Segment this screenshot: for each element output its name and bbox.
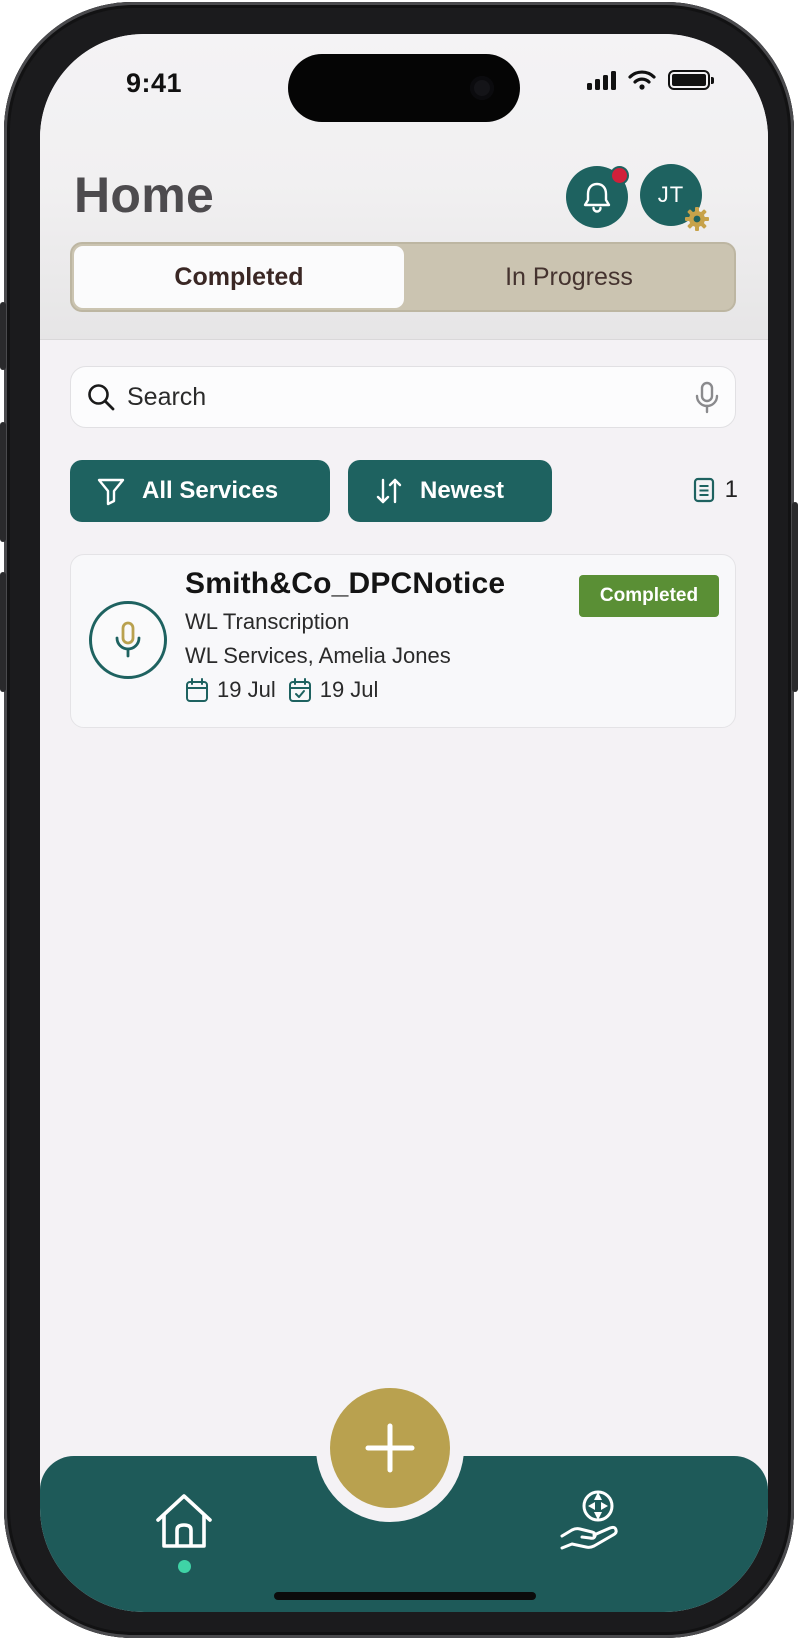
tab-completed[interactable]: Completed [74,246,404,308]
job-dates: 19 Jul 19 Jul [185,677,378,703]
dynamic-island [288,54,520,122]
document-icon [693,477,714,503]
sort-icon [376,478,402,504]
status-tab-switcher: Completed In Progress [70,242,736,312]
plus-icon [365,1423,415,1473]
gear-icon [685,207,709,231]
notifications-button[interactable] [566,166,628,228]
avatar-initials: JT [657,182,685,207]
filter-icon [97,478,125,506]
job-start-date: 19 Jul [217,677,276,702]
home-icon[interactable] [152,1490,216,1554]
job-card[interactable]: Smith&Co_DPCNotice WL Transcription WL S… [70,554,736,728]
job-end-date: 19 Jul [319,677,379,702]
microphone-icon [115,621,141,658]
sort-label: Newest [420,477,505,504]
power-button [792,502,798,692]
add-new-button[interactable] [330,1388,450,1508]
bell-icon [583,182,611,213]
search-bar [70,366,736,428]
status-icons [587,70,714,90]
microphone-icon[interactable] [691,381,723,415]
home-indicator [274,1592,536,1600]
calendar-icon [186,678,208,702]
job-provider: WL Services, Amelia Jones [185,643,451,668]
status-time: 9:41 [126,68,183,98]
job-type-avatar [89,601,167,679]
volume-down-button [0,572,6,692]
camera-lens [470,76,494,100]
page-title: Home [74,167,215,223]
volume-up-button [0,422,6,542]
all-services-filter-button[interactable]: All Services [70,460,330,522]
search-icon [88,384,115,411]
filter-label: All Services [142,477,279,504]
search-input[interactable] [127,382,647,412]
job-service: WL Transcription [185,609,350,634]
result-count-value: 1 [724,476,738,503]
battery-icon [668,70,714,90]
job-title: Smith&Co_DPCNotice [185,567,506,600]
active-tab-indicator [178,1560,191,1573]
result-count: 1 [693,476,738,504]
profile-avatar[interactable]: JT [640,164,709,231]
phone-frame: 9:41 Home JT Completed In Progress Searc… [0,2,798,1638]
wifi-icon [628,70,656,90]
status-badge: Completed [579,575,719,617]
tab-in-progress[interactable]: In Progress [404,246,734,308]
calendar-check-icon [288,678,311,702]
action-button [0,302,6,370]
hand-globe-icon[interactable] [558,1486,626,1554]
screen: 9:41 Home JT Completed In Progress Searc… [40,34,768,1612]
notification-dot [612,168,627,183]
sort-button[interactable]: Newest [348,460,552,522]
cellular-signal-icon [587,70,616,90]
header-divider [40,339,768,340]
